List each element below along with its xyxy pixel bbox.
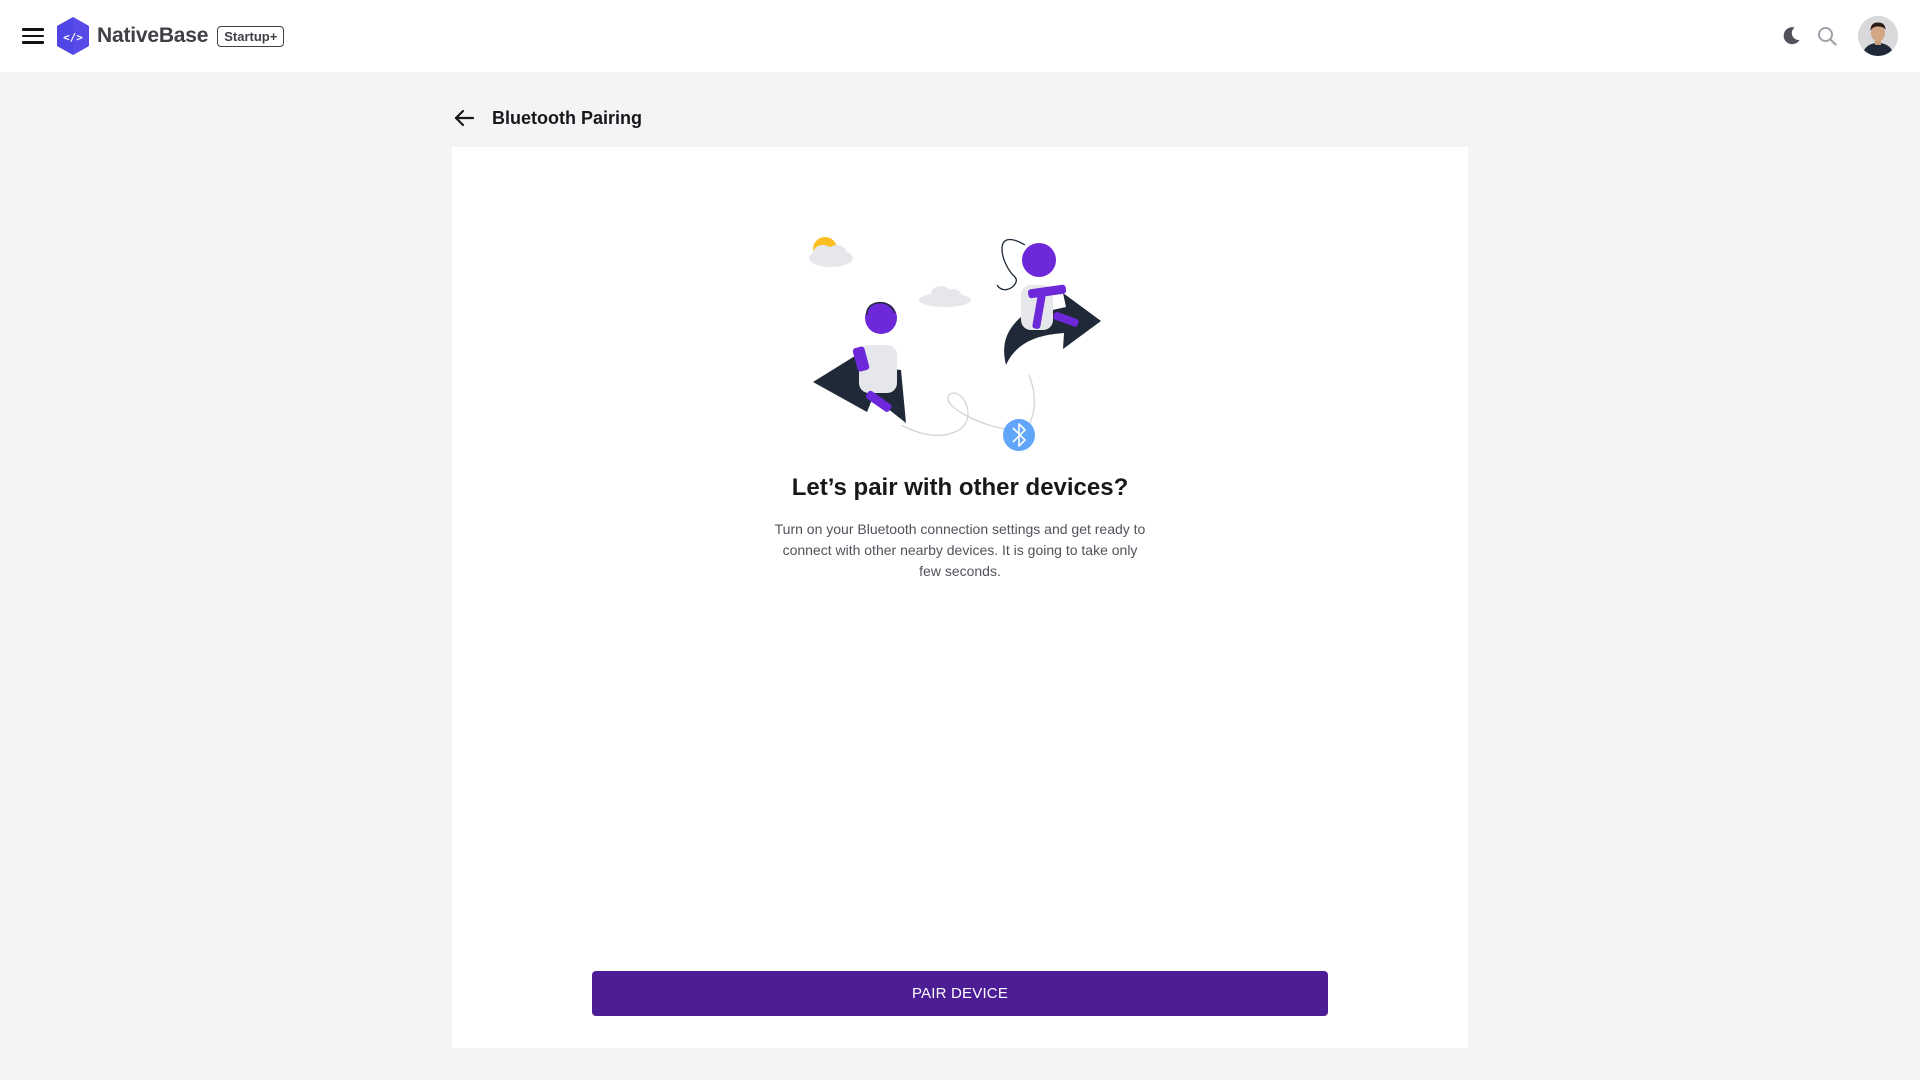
avatar[interactable] [1858,16,1898,56]
navbar-right [1780,16,1898,56]
brand-badge: Startup+ [217,25,285,47]
search-icon[interactable] [1816,25,1838,47]
arrow-left-icon[interactable] [452,106,476,130]
top-navbar: </> NativeBase Startup+ [0,0,1920,72]
bluetooth-pairing-illustration [809,237,1101,451]
brand-name: NativeBase [97,24,209,47]
page-title: Bluetooth Pairing [492,107,642,128]
page-header: Bluetooth Pairing [452,103,642,133]
menu-icon[interactable] [22,25,44,47]
avatar-image [1858,16,1898,56]
content-card: Let’s pair with other devices? Turn on y… [452,147,1468,1048]
navbar-left: </> NativeBase Startup+ [22,16,285,56]
pairing-description: Turn on your Bluetooth connection settin… [774,521,1146,579]
pair-device-button[interactable]: PAIR DEVICE [592,971,1328,1016]
person-head [1022,243,1056,277]
nativebase-logo-icon: </> [57,17,89,55]
svg-text:</>: </> [63,31,83,44]
pairing-heading: Let’s pair with other devices? [791,474,1129,501]
brand[interactable]: </> NativeBase Startup+ [55,16,285,56]
moon-icon[interactable] [1780,25,1802,47]
